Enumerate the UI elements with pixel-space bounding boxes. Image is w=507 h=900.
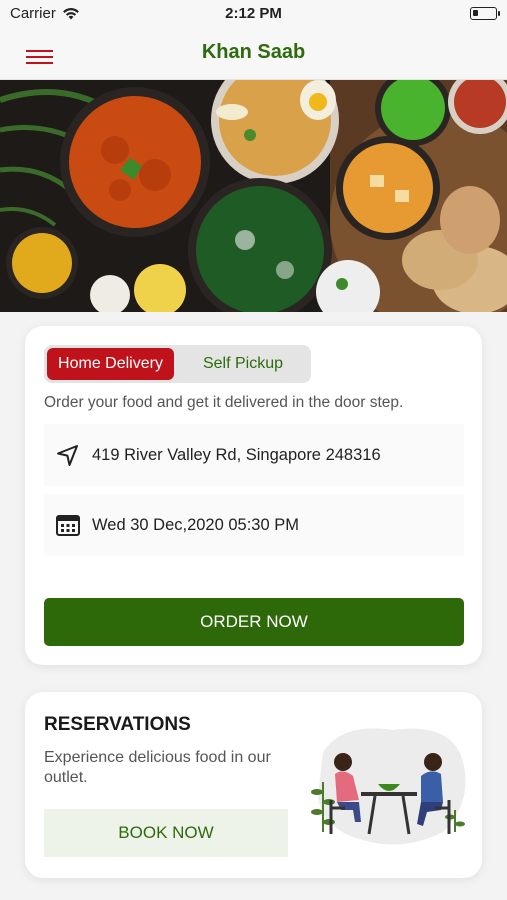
delivery-card: Home Delivery Self Pickup Order your foo… bbox=[25, 326, 482, 665]
datetime-text: Wed 30 Dec,2020 05:30 PM bbox=[92, 515, 299, 534]
tab-home-delivery[interactable]: Home Delivery bbox=[47, 348, 174, 380]
tab-self-pickup[interactable]: Self Pickup bbox=[178, 348, 308, 380]
nav-bar: Khan Saab bbox=[0, 28, 507, 80]
datetime-row[interactable]: Wed 30 Dec,2020 05:30 PM bbox=[44, 494, 464, 556]
dining-illustration bbox=[311, 728, 466, 845]
address-row[interactable]: 419 River Valley Rd, Singapore 248316 bbox=[44, 424, 464, 486]
delivery-mode-toggle: Home Delivery Self Pickup bbox=[44, 345, 311, 383]
status-bar: Carrier 2:12 PM bbox=[0, 0, 507, 28]
reservations-card: RESERVATIONS Experience delicious food i… bbox=[25, 692, 482, 878]
order-now-button[interactable]: ORDER NOW bbox=[44, 598, 464, 646]
calendar-icon bbox=[44, 513, 92, 537]
battery-icon bbox=[470, 7, 500, 20]
hero-food-image bbox=[0, 80, 507, 312]
address-text: 419 River Valley Rd, Singapore 248316 bbox=[92, 445, 381, 464]
book-now-button[interactable]: BOOK NOW bbox=[44, 809, 288, 857]
status-time: 2:12 PM bbox=[225, 5, 282, 22]
battery-level bbox=[473, 10, 478, 16]
location-arrow-icon bbox=[44, 442, 92, 468]
reservations-title: RESERVATIONS bbox=[44, 714, 191, 735]
delivery-description: Order your food and get it delivered in … bbox=[44, 394, 404, 411]
page-title: Khan Saab bbox=[201, 41, 306, 63]
reservations-description: Experience delicious food in our outlet. bbox=[44, 749, 271, 786]
